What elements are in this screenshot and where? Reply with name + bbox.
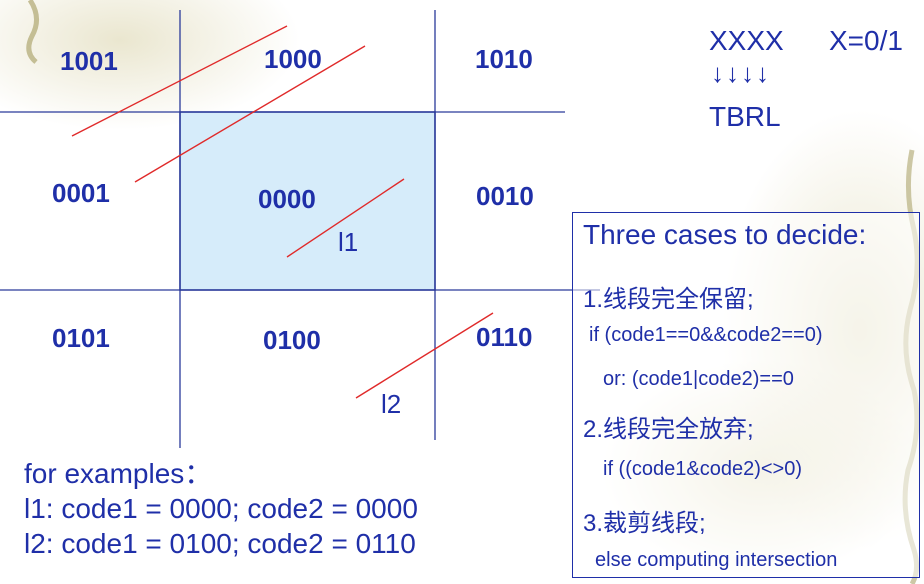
cases-title: Three cases to decide: <box>583 219 867 250</box>
line-label-l2: l2 <box>381 389 402 419</box>
region-code-top-left: 1001 <box>60 46 118 76</box>
case-3-else: else computing intersection <box>595 549 838 571</box>
case-1-heading: 1.线段完全保留; <box>583 286 754 313</box>
case-3-heading: 3.裁剪线段; <box>583 510 706 537</box>
slide: 1001 1000 1010 0001 0000 0010 0101 0100 … <box>0 0 924 584</box>
legend-bits: TBRL <box>709 101 781 132</box>
legend-arrows: ↓↓↓↓ <box>711 58 771 88</box>
example-l1: l1: code1 = 0000; code2 = 0000 <box>24 493 418 524</box>
case-2-condition: if ((code1&code2)<>0) <box>603 458 803 480</box>
region-code-mid-left: 0001 <box>52 178 110 208</box>
legend-values: X=0/1 <box>829 25 903 56</box>
region-code-bottom-right: 0110 <box>476 322 533 352</box>
case-1-alternative: or: (code1|code2)==0 <box>603 368 794 390</box>
region-code-mid-right: 0010 <box>476 181 534 211</box>
region-code-bottom-left: 0101 <box>52 323 110 353</box>
case-2-heading: 2.线段完全放弃; <box>583 416 754 443</box>
legend-code: XXXX <box>709 25 784 56</box>
example-l2: l2: code1 = 0100; code2 = 0110 <box>24 528 416 559</box>
region-code-top-center: 1000 <box>264 44 322 74</box>
region-code-center: 0000 <box>258 184 316 214</box>
examples-block: for examples： l1: code1 = 0000; code2 = … <box>24 456 418 561</box>
segment-l2 <box>355 312 494 399</box>
cases-box: Three cases to decide: 1.线段完全保留; if (cod… <box>572 212 920 578</box>
region-code-top-right: 1010 <box>475 44 533 74</box>
line-label-l1: l1 <box>338 227 359 257</box>
region-code-bottom-center: 0100 <box>263 325 321 355</box>
examples-title: for examples： <box>24 458 213 489</box>
case-1-condition: if (code1==0&&code2==0) <box>589 324 823 346</box>
